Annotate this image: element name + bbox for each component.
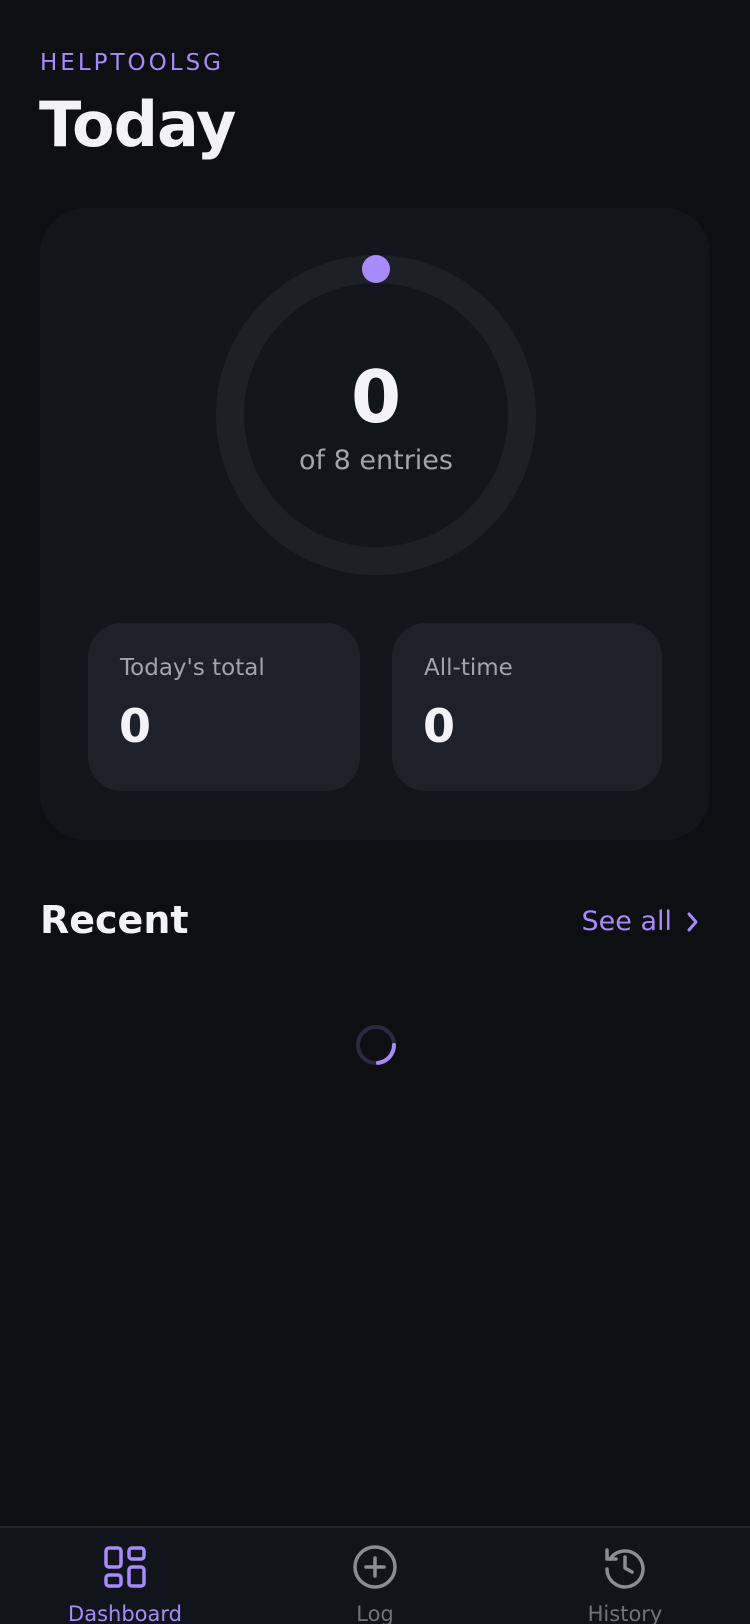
tab-history[interactable]: History bbox=[500, 1528, 750, 1624]
recent-section-title: Recent bbox=[40, 898, 189, 942]
tab-dashboard[interactable]: Dashboard bbox=[0, 1528, 250, 1624]
tab-label: Log bbox=[356, 1602, 394, 1624]
progress-ring: 0 of 8 entries bbox=[216, 255, 536, 575]
loading-spinner-icon bbox=[356, 1025, 396, 1065]
stat-label: Today's total bbox=[120, 655, 265, 681]
brand-label: HELPTOOLSG bbox=[40, 50, 225, 76]
dashboard-icon bbox=[104, 1546, 146, 1588]
page-title: Today bbox=[39, 88, 236, 161]
stat-tile-today: Today's total 0 bbox=[88, 623, 360, 791]
see-all-link[interactable]: See all bbox=[582, 906, 701, 937]
bottom-tab-bar: Dashboard Log History bbox=[0, 1526, 750, 1624]
stat-value: 0 bbox=[423, 699, 456, 753]
tab-label: Dashboard bbox=[68, 1602, 182, 1624]
progress-card: 0 of 8 entries Today's total 0 All-time … bbox=[40, 208, 710, 840]
stat-tile-all-time: All-time 0 bbox=[392, 623, 662, 791]
history-icon bbox=[605, 1548, 645, 1589]
app-root: HELPTOOLSG Today 0 of 8 entries Today's … bbox=[0, 0, 750, 1624]
tab-label: History bbox=[587, 1602, 663, 1624]
chevron-right-icon bbox=[687, 912, 698, 931]
stat-label: All-time bbox=[424, 655, 513, 681]
stat-value: 0 bbox=[119, 699, 152, 753]
progress-subtitle: of 8 entries bbox=[299, 445, 453, 476]
plus-circle-icon bbox=[353, 1545, 397, 1589]
progress-ring-knob bbox=[362, 255, 390, 283]
see-all-label: See all bbox=[581, 906, 673, 937]
progress-count: 0 bbox=[350, 355, 402, 439]
tab-log[interactable]: Log bbox=[250, 1528, 500, 1624]
